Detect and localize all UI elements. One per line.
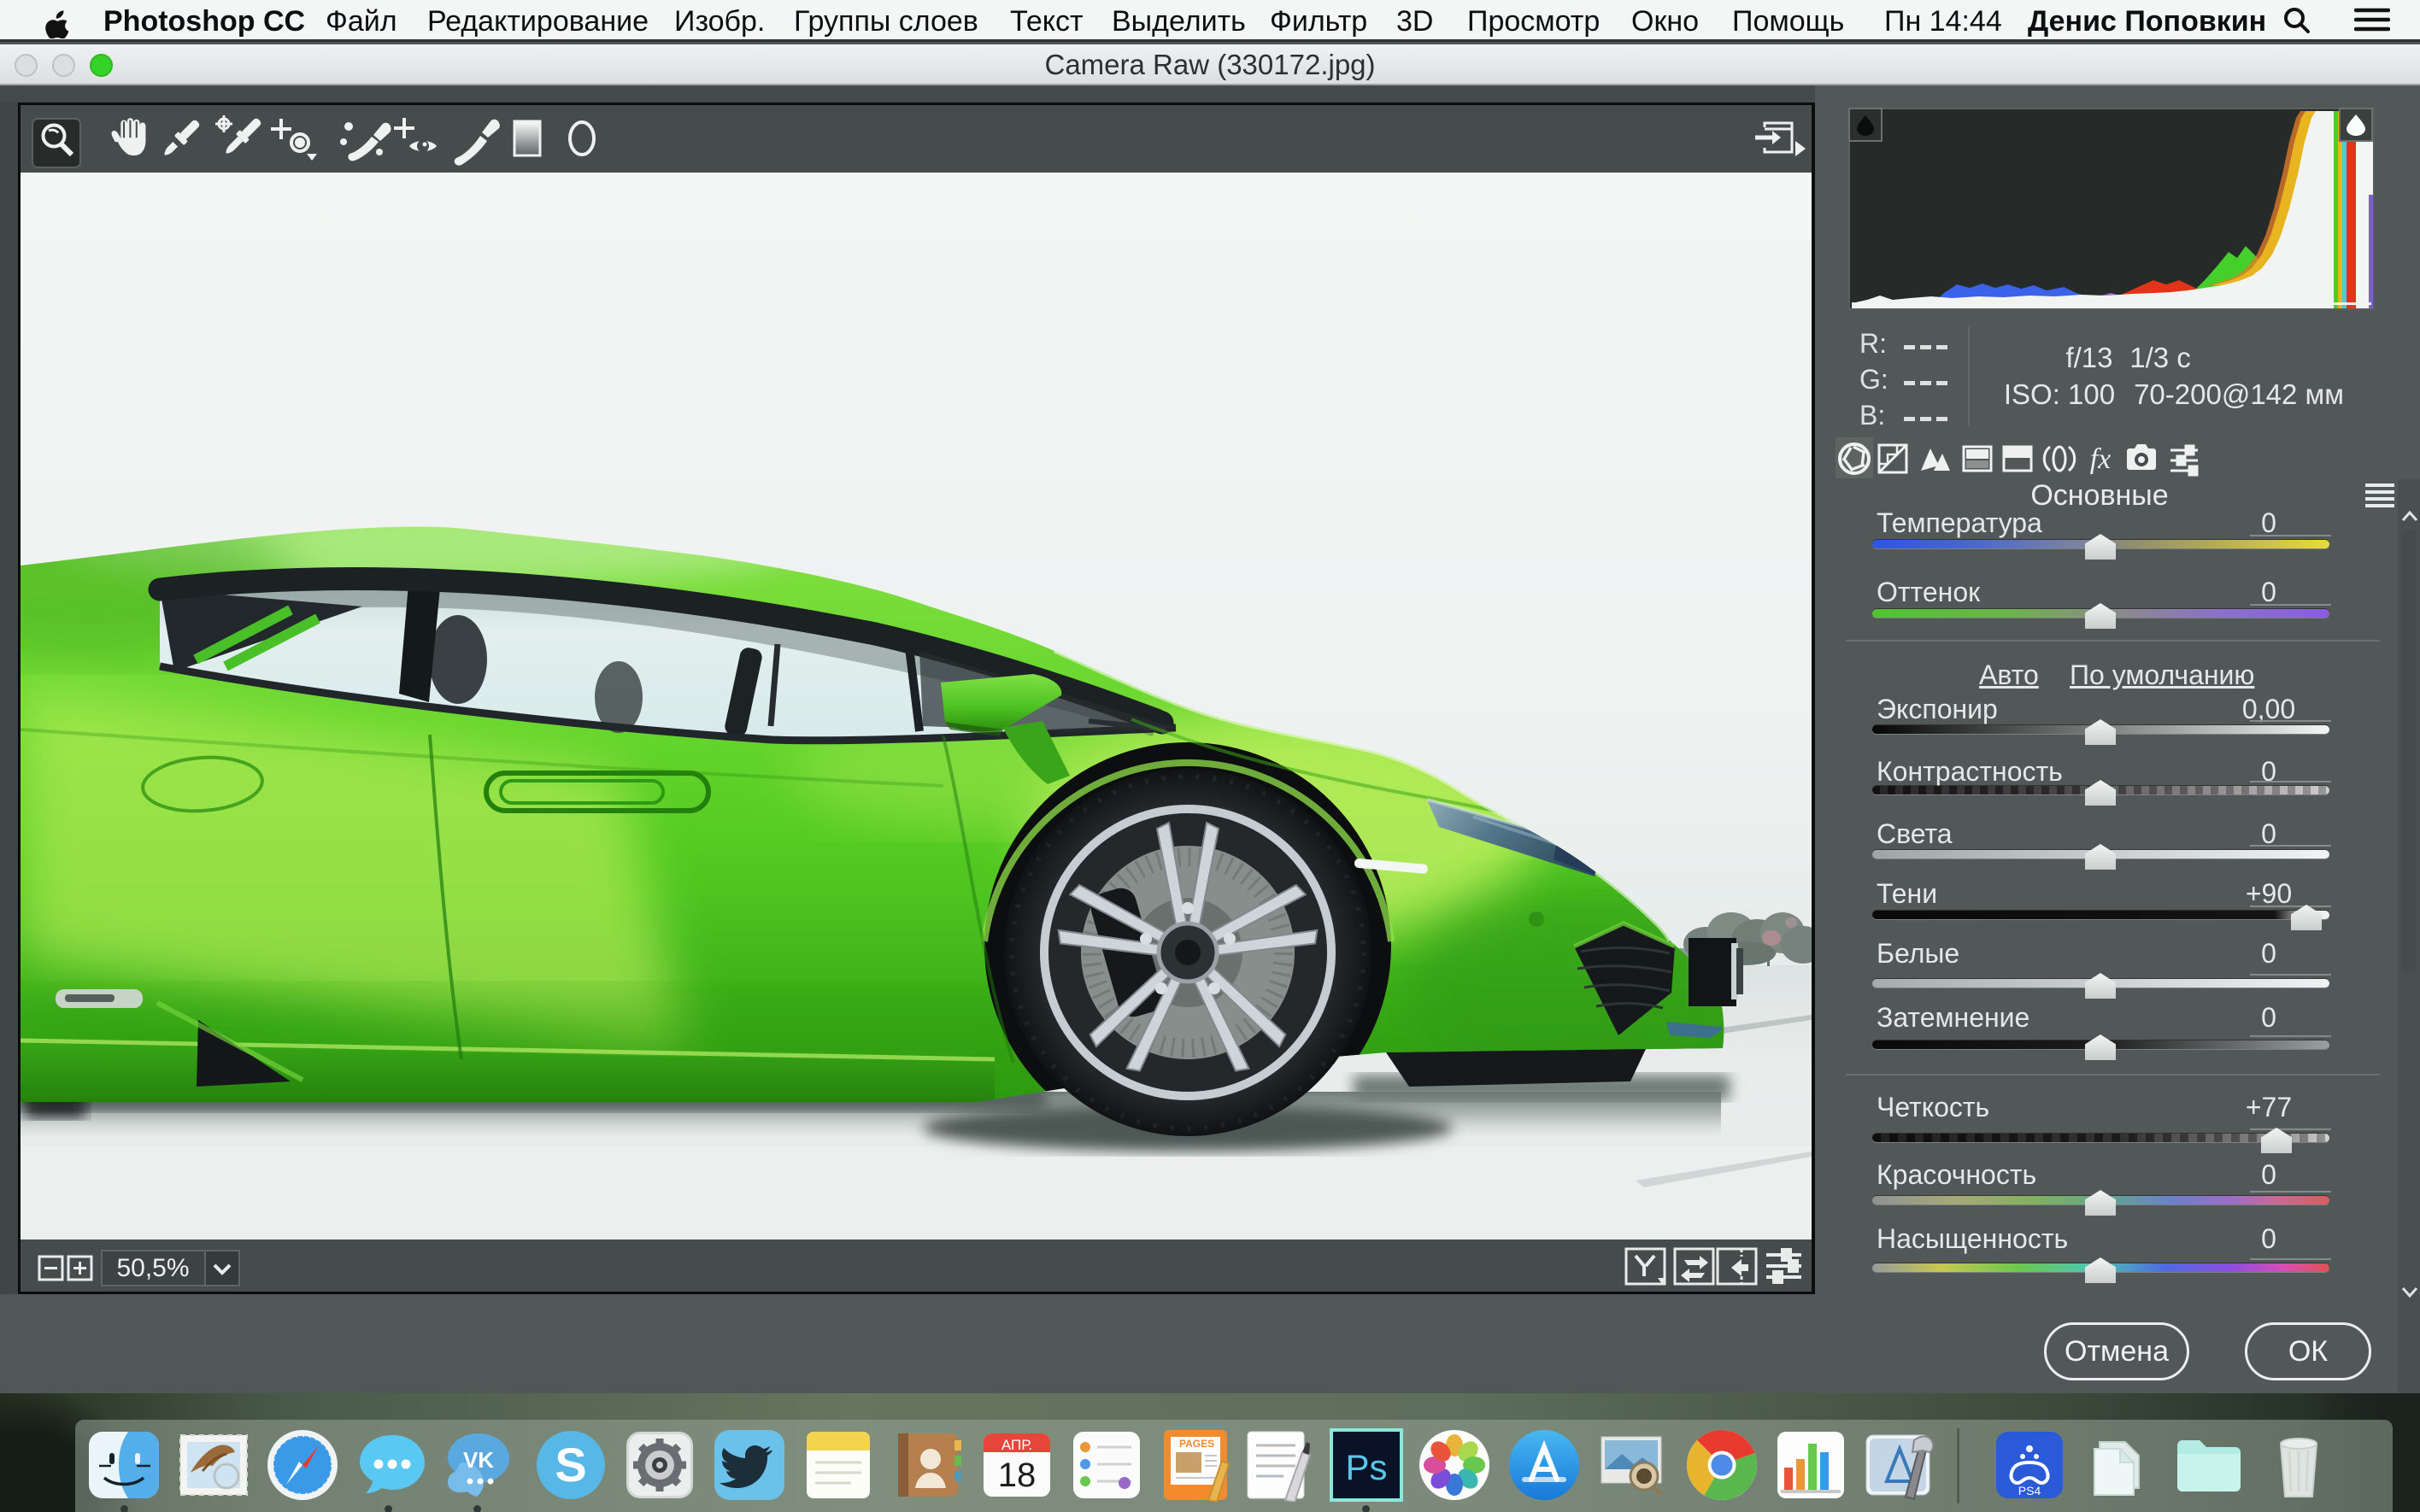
- svg-text:PAGES: PAGES: [1179, 1438, 1214, 1450]
- svg-text:VK: VK: [463, 1447, 494, 1473]
- svg-text:18: 18: [998, 1456, 1037, 1494]
- svg-text:50,5%: 50,5%: [116, 1254, 189, 1282]
- svg-text:S: S: [555, 1438, 586, 1491]
- svg-text:Ps: Ps: [1345, 1447, 1387, 1487]
- svg-text:PS4: PS4: [2018, 1484, 2041, 1497]
- svg-text:fx: fx: [2090, 443, 2112, 475]
- svg-text:АПР.: АПР.: [1001, 1437, 1032, 1453]
